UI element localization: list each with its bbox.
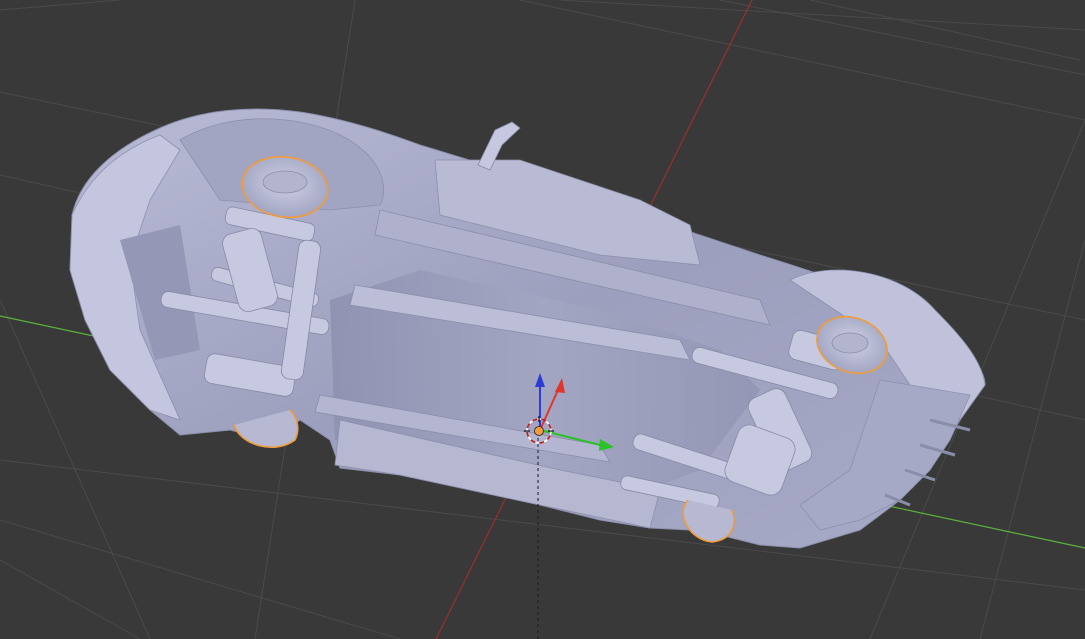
3d-viewport[interactable]	[0, 0, 1085, 639]
viewport-canvas[interactable]	[0, 0, 1085, 639]
front-right-hub	[262, 170, 308, 194]
rear-right-hub	[831, 332, 869, 354]
origin-dot	[534, 426, 544, 436]
